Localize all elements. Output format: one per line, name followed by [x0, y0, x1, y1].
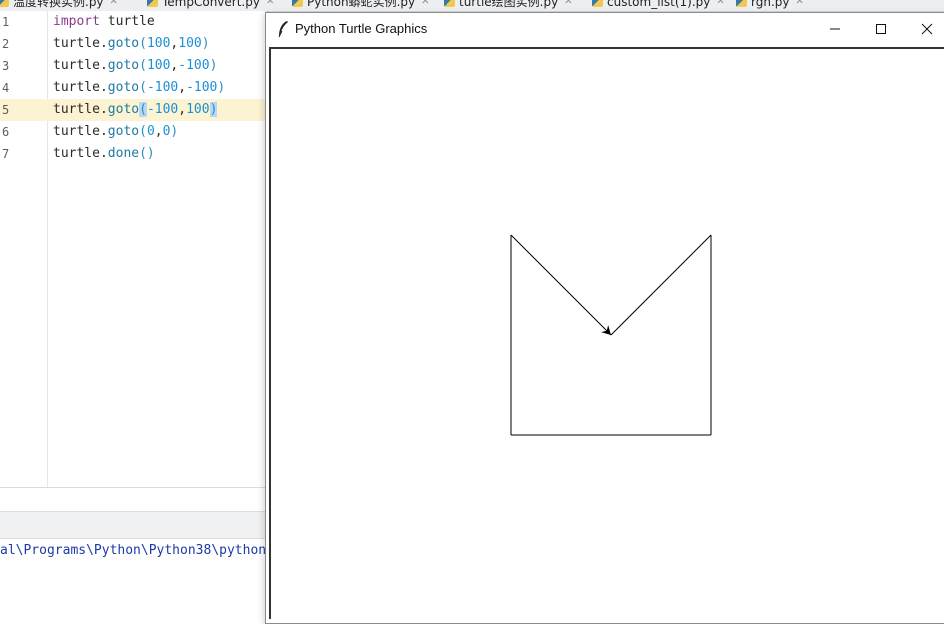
tab-label: turtle绘图实例.py — [459, 0, 559, 9]
code-line-3[interactable]: 3 turtle.goto(100,-100) — [0, 55, 266, 77]
line-number: 6 — [2, 125, 10, 139]
editor-divider — [0, 487, 266, 488]
line-number: 1 — [2, 15, 10, 29]
code-text: turtle.goto(100,-100) — [53, 58, 218, 73]
tab-label: rgh.py — [751, 0, 790, 9]
code-text: import turtle — [53, 14, 155, 29]
window-titlebar[interactable]: Python Turtle Graphics — [266, 13, 944, 45]
line-number: 5 — [2, 103, 10, 117]
close-tab-icon[interactable]: ✕ — [795, 0, 803, 7]
code-text: turtle.done() — [53, 146, 155, 161]
tab-label: custom_list(1).py — [607, 0, 711, 9]
turtle-canvas[interactable] — [269, 47, 944, 619]
run-panel-toolbar — [0, 511, 266, 539]
turtle-path-segment — [610, 234, 712, 336]
python-file-icon — [592, 0, 603, 7]
tab-turtle[interactable]: turtle绘图实例.py ✕ — [444, 0, 573, 11]
code-line-2[interactable]: 2 turtle.goto(100,100) — [0, 33, 266, 55]
code-line-5[interactable]: 5 turtle.goto(-100,100) — [0, 99, 266, 121]
close-button[interactable] — [904, 13, 944, 45]
code-line-6[interactable]: 6 turtle.goto(0,0) — [0, 121, 266, 143]
tab-custom-list[interactable]: custom_list(1).py ✕ — [592, 0, 725, 11]
line-number: 3 — [2, 59, 10, 73]
line-number: 7 — [2, 147, 10, 161]
code-text: turtle.goto(-100,-100) — [53, 80, 226, 95]
code-line-4[interactable]: 4 turtle.goto(-100,-100) — [0, 77, 266, 99]
close-tab-icon[interactable]: ✕ — [266, 0, 274, 7]
python-file-icon — [736, 0, 747, 7]
window-title: Python Turtle Graphics — [295, 21, 428, 36]
turtle-path-segment — [510, 234, 612, 336]
minimize-button[interactable] — [812, 13, 858, 45]
code-text: turtle.goto(-100,100) — [53, 102, 218, 117]
code-editor[interactable]: 1 import turtle 2 turtle.goto(100,100) 3… — [0, 11, 266, 487]
python-file-icon — [147, 0, 158, 7]
close-icon — [921, 23, 933, 35]
code-text: turtle.goto(0,0) — [53, 124, 179, 139]
code-line-1[interactable]: 1 import turtle — [0, 11, 266, 33]
tab-python-python[interactable]: Python蟒蛇实例.py ✕ — [292, 0, 430, 11]
close-tab-icon[interactable]: ✕ — [716, 0, 724, 7]
close-tab-icon[interactable]: ✕ — [110, 0, 118, 7]
run-console-output: al\Programs\Python\Python38\python — [0, 543, 266, 558]
tab-tempconvert[interactable]: TempConvert.py ✕ — [147, 0, 274, 11]
maximize-button[interactable] — [858, 13, 904, 45]
maximize-icon — [876, 24, 886, 34]
turtle-drawing — [510, 234, 712, 436]
line-number: 4 — [2, 81, 10, 95]
tab-label: TempConvert.py — [162, 0, 260, 9]
tab-wendu[interactable]: 温度转换实例.py ✕ — [0, 0, 118, 11]
line-number: 2 — [2, 37, 10, 51]
minimize-icon — [830, 28, 840, 30]
feather-icon — [278, 21, 288, 38]
tab-rgh[interactable]: rgh.py ✕ — [736, 0, 804, 11]
close-tab-icon[interactable]: ✕ — [421, 0, 429, 7]
python-file-icon — [444, 0, 455, 7]
turtle-graphics-window[interactable]: Python Turtle Graphics — [265, 12, 944, 624]
tab-label: Python蟒蛇实例.py — [307, 0, 416, 9]
close-tab-icon[interactable]: ✕ — [564, 0, 572, 7]
python-file-icon — [0, 0, 9, 7]
python-file-icon — [292, 0, 303, 7]
code-line-7[interactable]: 7 turtle.done() — [0, 143, 266, 165]
code-text: turtle.goto(100,100) — [53, 36, 210, 51]
tab-label: 温度转换实例.py — [13, 0, 104, 9]
